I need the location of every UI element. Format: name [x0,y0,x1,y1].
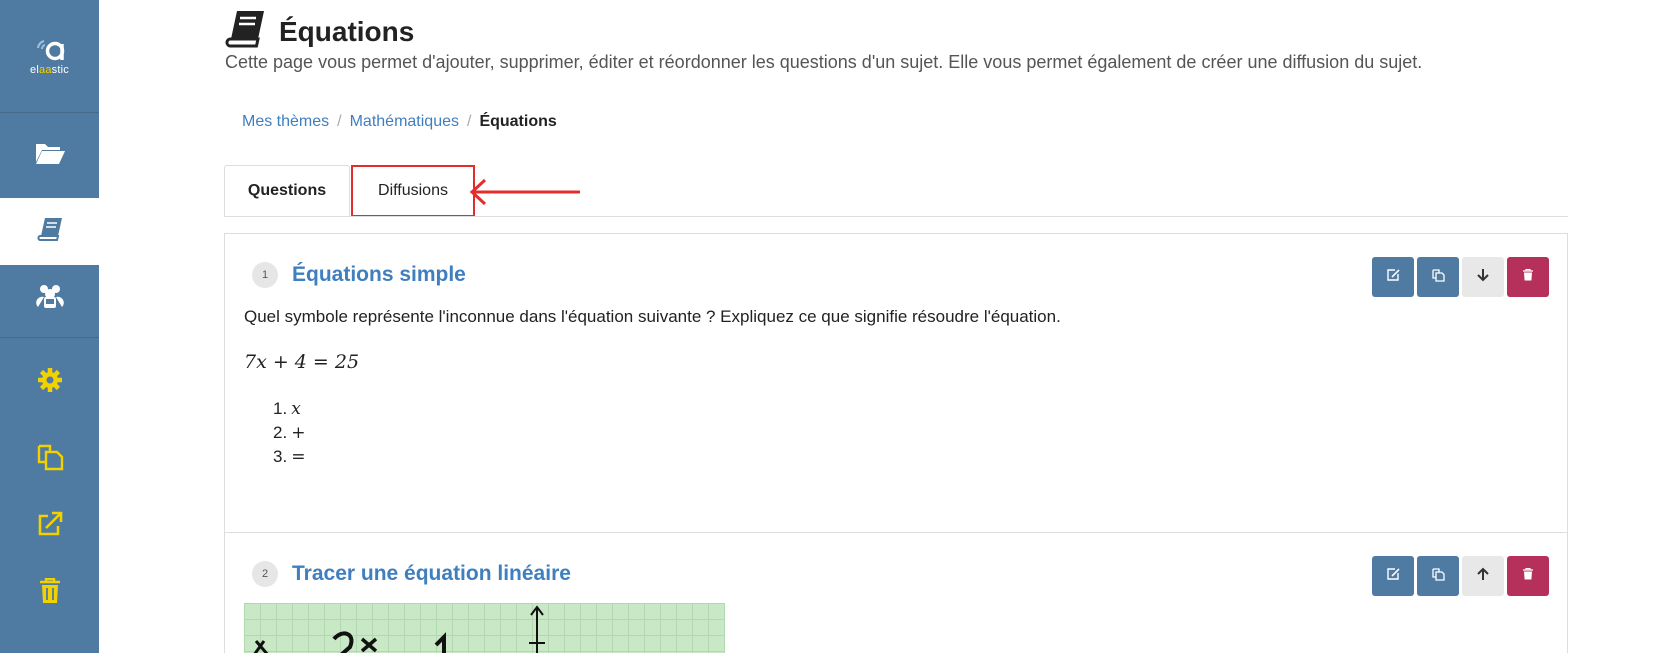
question-number-badge: 1 [252,262,278,288]
move-up-button[interactable] [1462,556,1504,596]
breadcrumb-current: Équations [479,113,557,130]
copy-icon [1431,268,1445,287]
sidebar: elaastic [0,0,99,653]
question-title[interactable]: Tracer une équation linéaire [292,562,571,586]
question-actions [1369,257,1549,297]
sidebar-item-delete[interactable] [0,560,99,627]
edit-question-button[interactable] [1372,257,1414,297]
edit-question-button[interactable] [1372,556,1414,596]
sidebar-item-themes[interactable] [0,198,99,265]
users-icon [35,283,64,314]
folder-open-icon [34,140,66,171]
external-link-icon [36,510,64,543]
question-equation: 7x + 4 = 25 [244,351,359,373]
move-down-button[interactable] [1462,257,1504,297]
question-header: 1 Équations simple [252,262,466,288]
page-header: Équations [225,10,414,53]
duplicate-question-button[interactable] [1417,556,1459,596]
question-actions [1369,556,1549,596]
delete-question-button[interactable] [1507,556,1549,596]
equation-text: 7x + 4 = 25 [244,351,360,373]
question-card: 2 Tracer une équation linéaire [224,533,1568,653]
trash-icon [1523,567,1533,585]
list-item: 1. x [273,397,305,421]
question-card: 1 Équations simple Quel symbole représen… [224,233,1568,533]
question-header: 2 Tracer une équation linéaire [252,561,571,587]
choice-number: 2. [273,423,288,442]
choice-value: x [291,399,301,419]
choice-value: = [291,447,306,467]
delete-question-button[interactable] [1507,257,1549,297]
logo-mark-icon [33,36,67,62]
sidebar-item-groups[interactable] [0,265,99,332]
elaastic-logo[interactable]: elaastic [0,0,99,113]
sidebar-item-share[interactable] [0,493,99,560]
arrow-down-icon [1477,268,1489,287]
breadcrumb-separator: / [337,113,342,130]
edit-icon [1386,567,1400,586]
page-title: Équations [279,15,415,47]
question-number-badge: 2 [252,561,278,587]
logo-text-pre: el [30,64,39,76]
choice-value: + [291,423,306,443]
list-item: 3. = [273,445,305,469]
copy-icon [36,443,64,476]
sidebar-item-duplicate[interactable] [0,426,99,493]
copy-icon [1431,567,1445,586]
book-icon [225,10,265,53]
edit-icon [1386,268,1400,287]
book-icon [37,217,63,246]
trash-icon [1523,268,1533,286]
question-title[interactable]: Équations simple [292,263,466,287]
breadcrumb-link-subject[interactable]: Mathématiques [350,113,459,131]
logo-text-post: stic [51,64,69,76]
breadcrumb-separator: / [466,113,472,130]
duplicate-question-button[interactable] [1417,257,1459,297]
logo-text-accent: aa [39,64,52,76]
tab-diffusions[interactable]: Diffusions [351,165,475,217]
sidebar-item-subjects[interactable] [0,113,99,198]
question-image [244,603,725,653]
breadcrumb: Mes thèmes / Mathématiques / Équations [242,113,557,131]
choice-number: 3. [273,447,288,466]
tabs-divider [224,216,1568,217]
tab-questions[interactable]: Questions [224,165,350,217]
tab-bar: Questions Diffusions [224,165,475,217]
sidebar-item-settings[interactable] [0,338,99,426]
gear-icon [37,367,63,398]
choice-number: 1. [273,399,288,418]
trash-icon [39,577,61,609]
annotation-arrow-icon [469,178,580,206]
list-item: 2. + [273,421,305,445]
logo-wordmark: elaastic [30,64,69,76]
page-description: Cette page vous permet d'ajouter, suppri… [225,52,1423,72]
breadcrumb-link-themes[interactable]: Mes thèmes [242,113,329,131]
question-choices: 1. x 2. + 3. = [273,397,305,469]
question-statement: Quel symbole représente l'inconnue dans … [244,307,1061,326]
arrow-up-icon [1477,567,1489,586]
